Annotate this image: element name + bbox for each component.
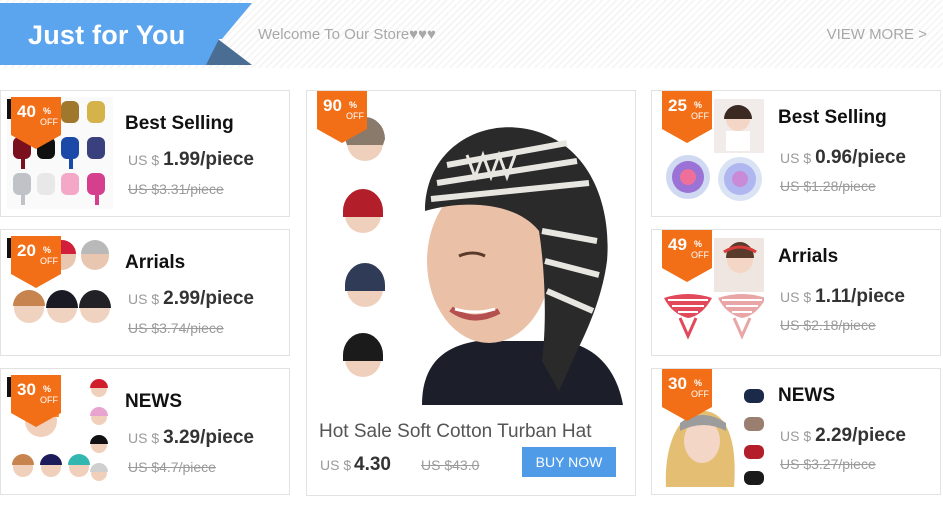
percent-sign: % xyxy=(694,100,703,110)
current-price: US $1.11/piece xyxy=(780,286,905,308)
card-title[interactable]: Best Selling xyxy=(778,107,887,129)
percent-sign: % xyxy=(694,239,703,249)
discount-badge: 40 % OFF xyxy=(11,97,61,149)
discount-value: 30 xyxy=(668,374,687,393)
discount-value: 25 xyxy=(668,96,687,115)
card-title[interactable]: NEWS xyxy=(125,391,182,413)
price-value: 2.99/piece xyxy=(163,288,254,309)
current-price: US $0.96/piece xyxy=(780,147,906,169)
section-title-block: Just for You xyxy=(0,3,260,65)
original-price: US $2.18/piece xyxy=(780,317,876,333)
off-label: OFF xyxy=(691,389,709,399)
percent-sign: % xyxy=(349,100,358,110)
currency-label: US $ xyxy=(780,150,812,166)
buy-now-button[interactable]: BUY NOW xyxy=(522,447,616,477)
product-card-news-right[interactable]: 30 % OFF NEWS US $2.29/piece US $3.27/pi… xyxy=(651,368,941,495)
discount-value: 49 xyxy=(668,235,687,254)
price-value: 0.96/piece xyxy=(815,147,906,168)
view-more-link[interactable]: VIEW MORE > xyxy=(827,26,927,43)
discount-badge: 30 % OFF xyxy=(11,375,61,427)
currency-label: US $ xyxy=(320,457,352,473)
card-title[interactable]: Best Selling xyxy=(125,113,234,135)
current-price: US $1.99/piece xyxy=(128,149,254,171)
currency-label: US $ xyxy=(128,291,160,307)
original-price: US $3.74/piece xyxy=(128,320,224,336)
original-price: US $1.28/piece xyxy=(780,178,876,194)
currency-label: US $ xyxy=(128,152,160,168)
featured-price: 4.30 xyxy=(354,454,391,475)
welcome-text: Welcome To Our Store♥♥♥ xyxy=(258,26,436,43)
currency-label: US $ xyxy=(128,430,160,446)
current-price: US $2.29/piece xyxy=(780,425,906,447)
discount-value: 40 xyxy=(17,102,36,121)
featured-product-title[interactable]: Hot Sale Soft Cotton Turban Hat xyxy=(319,421,592,443)
product-card-best-selling-left[interactable]: 40 % OFF Best Selling US $1.99/piece US … xyxy=(0,90,290,217)
currency-label: US $ xyxy=(780,289,812,305)
section-title: Just for You xyxy=(28,20,186,50)
discount-badge: 90 % OFF xyxy=(317,91,367,143)
off-label: OFF xyxy=(40,117,58,127)
discount-badge: 30 % OFF xyxy=(662,369,712,421)
off-label: OFF xyxy=(691,111,709,121)
current-price: US $3.29/piece xyxy=(128,427,254,449)
original-price: US $3.31/piece xyxy=(128,181,224,197)
product-card-arrivals-left[interactable]: 20 % OFF Arrials US $2.99/piece US $3.74… xyxy=(0,229,290,356)
percent-sign: % xyxy=(43,106,52,116)
price-value: 1.99/piece xyxy=(163,149,254,170)
product-card-best-selling-right[interactable]: 25 % OFF Best Selling US $0.96/piece US … xyxy=(651,90,941,217)
discount-badge: 25 % OFF xyxy=(662,91,712,143)
original-price: US $4.7/piece xyxy=(128,459,216,475)
featured-product-image[interactable] xyxy=(327,91,627,405)
discount-value: 30 xyxy=(17,380,36,399)
featured-original-price: US $43.0 xyxy=(421,457,480,473)
product-card-news-left[interactable]: 30 % OFF NEWS US $3.29/piece US $4.7/pie… xyxy=(0,368,290,495)
off-label: OFF xyxy=(40,256,58,266)
price-value: 2.29/piece xyxy=(815,425,906,446)
product-card-arrivals-right[interactable]: 49 % OFF Arrials US $1.11/piece US $2.18… xyxy=(651,229,941,356)
current-price: US $2.99/piece xyxy=(128,288,254,310)
currency-label: US $ xyxy=(780,428,812,444)
off-label: OFF xyxy=(346,111,364,121)
percent-sign: % xyxy=(43,384,52,394)
section-header-banner: Just for You Welcome To Our Store♥♥♥ VIE… xyxy=(0,0,943,68)
card-title[interactable]: Arrials xyxy=(778,246,838,268)
price-value: 1.11/piece xyxy=(815,286,905,307)
discount-value: 90 xyxy=(323,96,342,115)
percent-sign: % xyxy=(694,378,703,388)
card-title[interactable]: NEWS xyxy=(778,385,835,407)
featured-product-card[interactable]: 90 % OFF Hot Sale Soft Cotton Turban Hat… xyxy=(306,90,636,496)
off-label: OFF xyxy=(691,250,709,260)
discount-badge: 20 % OFF xyxy=(11,236,61,288)
card-title[interactable]: Arrials xyxy=(125,252,185,274)
off-label: OFF xyxy=(40,395,58,405)
original-price: US $3.27/piece xyxy=(780,456,876,472)
discount-value: 20 xyxy=(17,241,36,260)
price-value: 3.29/piece xyxy=(163,427,254,448)
percent-sign: % xyxy=(43,245,52,255)
discount-badge: 49 % OFF xyxy=(662,230,712,282)
